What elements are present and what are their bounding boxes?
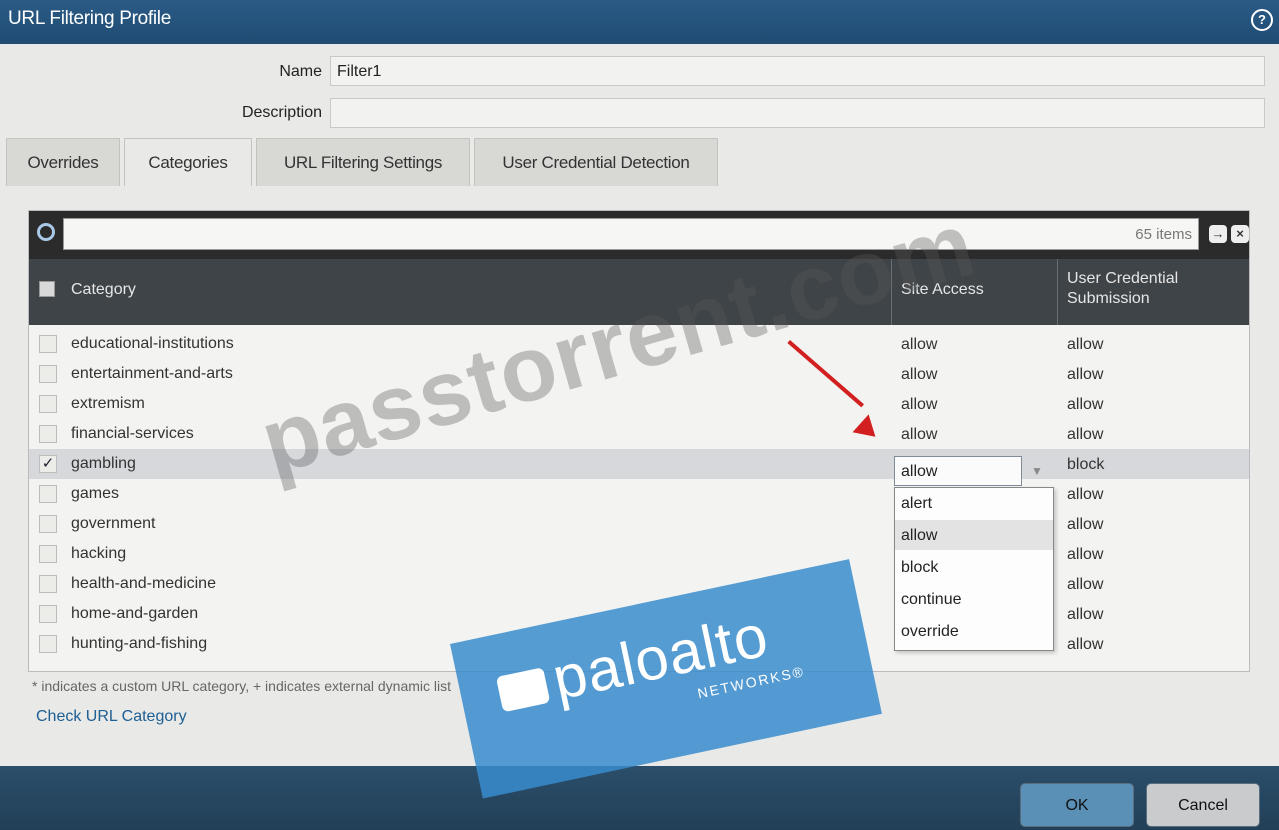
row-checkbox[interactable] bbox=[39, 485, 57, 503]
credential-value[interactable]: allow bbox=[1067, 636, 1103, 654]
row-checkbox[interactable] bbox=[39, 395, 57, 413]
category-name: home-and-garden bbox=[71, 605, 199, 622]
site-access-value[interactable]: allow bbox=[901, 336, 937, 354]
cancel-button[interactable]: Cancel bbox=[1146, 783, 1260, 827]
url-filtering-profile-dialog: URL Filtering Profile ? Name Filter1 Des… bbox=[0, 0, 1279, 830]
apply-filter-icon[interactable]: → bbox=[1209, 225, 1227, 243]
category-name: games bbox=[71, 485, 120, 502]
credential-value[interactable]: allow bbox=[1067, 366, 1103, 384]
select-all-checkbox[interactable] bbox=[39, 281, 55, 297]
search-input[interactable]: 65 items bbox=[63, 218, 1199, 250]
credential-value[interactable]: allow bbox=[1067, 606, 1103, 624]
credential-value[interactable]: allow bbox=[1067, 576, 1103, 594]
chevron-down-icon[interactable]: ▼ bbox=[1031, 464, 1043, 478]
category-name: educational-institutions bbox=[71, 335, 234, 352]
credential-value[interactable]: allow bbox=[1067, 396, 1103, 414]
table-row[interactable]: games allow bbox=[29, 479, 1249, 509]
dropdown-option-alert[interactable]: alert bbox=[895, 488, 1053, 518]
category-name: hacking bbox=[71, 545, 127, 562]
dropdown-option-block[interactable]: block bbox=[895, 552, 1053, 582]
category-name: hunting-and-fishing bbox=[71, 635, 208, 652]
row-checkbox[interactable] bbox=[39, 365, 57, 383]
search-bar: 65 items → × bbox=[29, 211, 1249, 259]
category-name: extremism bbox=[71, 395, 145, 412]
category-legend-note: * indicates a custom URL category, + ind… bbox=[32, 678, 452, 694]
title-bar: URL Filtering Profile ? bbox=[0, 0, 1279, 44]
row-checkbox[interactable] bbox=[39, 545, 57, 563]
clear-filter-icon[interactable]: × bbox=[1231, 225, 1249, 243]
table-row[interactable]: extremism allow allow bbox=[29, 389, 1249, 419]
site-access-value[interactable]: allow bbox=[901, 396, 937, 414]
category-name: gambling bbox=[71, 455, 136, 472]
credential-column-header[interactable]: User Credential Submission bbox=[1067, 269, 1227, 309]
tab-categories[interactable]: Categories bbox=[124, 138, 252, 186]
row-checkbox[interactable] bbox=[39, 635, 57, 653]
site-access-value[interactable]: allow bbox=[901, 426, 937, 444]
table-row[interactable]: government allow bbox=[29, 509, 1249, 539]
site-access-select[interactable]: allow bbox=[894, 456, 1022, 486]
table-row[interactable]: hacking allow bbox=[29, 539, 1249, 569]
ok-button[interactable]: OK bbox=[1020, 783, 1134, 827]
tab-user-credential-detection[interactable]: User Credential Detection bbox=[474, 138, 718, 186]
category-name: entertainment-and-arts bbox=[71, 365, 233, 382]
row-checkbox[interactable] bbox=[39, 605, 57, 623]
table-row-selected[interactable]: ✓ gambling block bbox=[29, 449, 1249, 479]
row-checkbox[interactable] bbox=[39, 515, 57, 533]
credential-value[interactable]: allow bbox=[1067, 336, 1103, 354]
name-label: Name bbox=[279, 63, 322, 80]
row-checkbox-checked[interactable]: ✓ bbox=[39, 455, 57, 473]
row-checkbox[interactable] bbox=[39, 575, 57, 593]
logo-text: paloalto bbox=[546, 601, 775, 713]
site-access-dropdown-menu: alert allow block continue override bbox=[894, 487, 1054, 651]
credential-value[interactable]: allow bbox=[1067, 426, 1103, 444]
items-count: 65 items bbox=[1135, 226, 1192, 243]
credential-value[interactable]: block bbox=[1067, 456, 1104, 474]
dropdown-option-allow[interactable]: allow bbox=[895, 520, 1053, 550]
column-divider bbox=[1057, 259, 1058, 325]
category-name: financial-services bbox=[71, 425, 194, 442]
tab-overrides[interactable]: Overrides bbox=[6, 138, 120, 186]
tab-url-filtering-settings[interactable]: URL Filtering Settings bbox=[256, 138, 470, 186]
row-checkbox[interactable] bbox=[39, 425, 57, 443]
description-field[interactable] bbox=[330, 98, 1265, 128]
category-column-header[interactable]: Category bbox=[71, 281, 136, 299]
table-row[interactable]: financial-services allow allow bbox=[29, 419, 1249, 449]
category-name: health-and-medicine bbox=[71, 575, 216, 592]
dropdown-option-continue[interactable]: continue bbox=[895, 584, 1053, 614]
dropdown-option-override[interactable]: override bbox=[895, 616, 1053, 646]
table-row[interactable]: health-and-medicine allow bbox=[29, 569, 1249, 599]
credential-value[interactable]: allow bbox=[1067, 486, 1103, 504]
search-icon bbox=[37, 223, 55, 241]
category-name: government bbox=[71, 515, 156, 532]
dialog-title: URL Filtering Profile bbox=[8, 8, 171, 29]
site-access-value[interactable]: allow bbox=[901, 366, 937, 384]
logo-mark-icon bbox=[495, 667, 551, 713]
help-icon[interactable]: ? bbox=[1251, 9, 1273, 31]
description-label: Description bbox=[241, 104, 322, 121]
row-checkbox[interactable] bbox=[39, 335, 57, 353]
credential-value[interactable]: allow bbox=[1067, 516, 1103, 534]
check-url-category-link[interactable]: Check URL Category bbox=[36, 708, 187, 726]
name-field[interactable]: Filter1 bbox=[330, 56, 1265, 86]
credential-value[interactable]: allow bbox=[1067, 546, 1103, 564]
